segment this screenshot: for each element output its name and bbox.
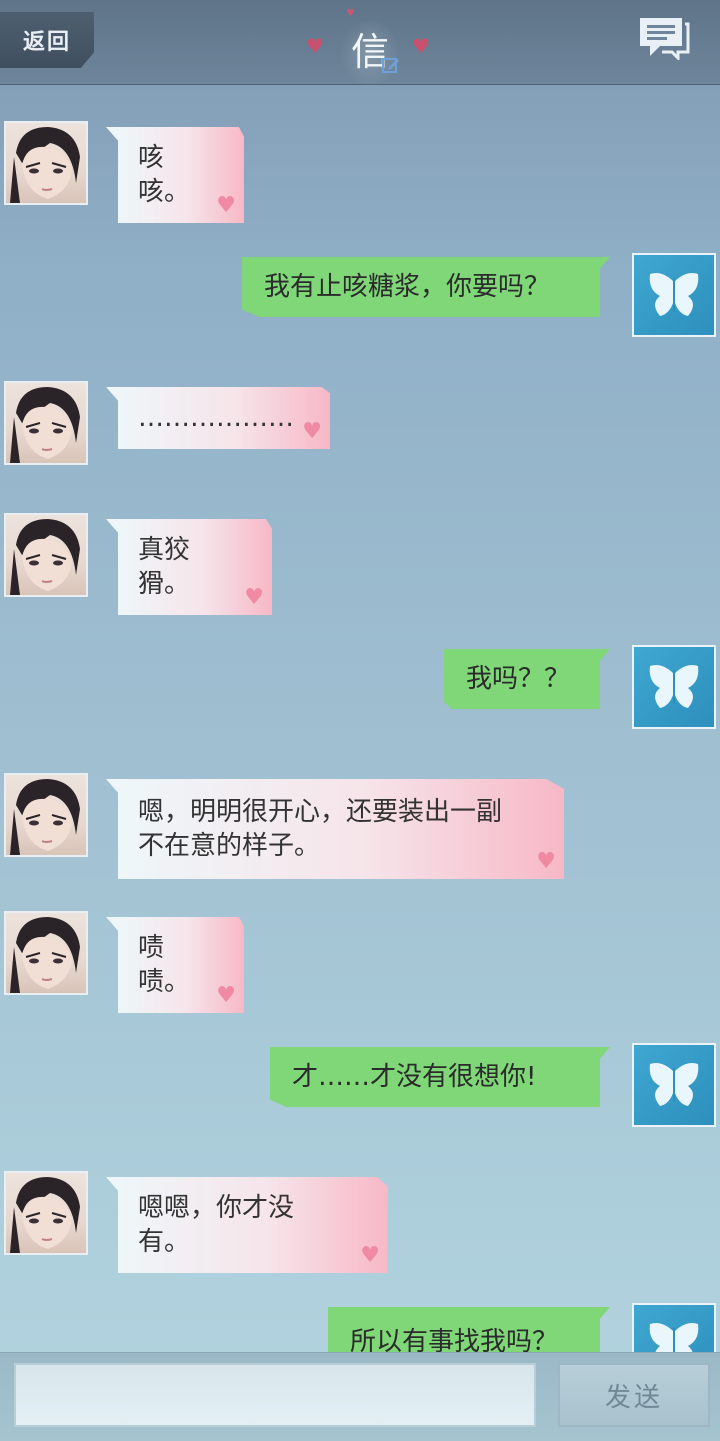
message-bubble-outgoing[interactable]: 所以有事找我吗？ [328,1307,600,1352]
user-avatar[interactable] [632,1043,716,1127]
contact-avatar[interactable] [4,513,88,597]
butterfly-icon [649,1323,699,1352]
message-text: 嗯，明明很开心，还要装出一副不在意的样子。 [138,797,503,861]
send-button[interactable]: 发送 [558,1363,710,1427]
message-bubble-incoming[interactable]: 嗯，明明很开心，还要装出一副不在意的样子。 ♥ [118,779,564,879]
butterfly-icon [649,273,699,316]
heart-icon: ♥ [216,983,236,1008]
message-bubble-incoming[interactable]: 真狡猾。 ♥ [118,519,272,615]
message-text: 啧啧。 [138,933,191,997]
butterfly-icon [649,1063,699,1106]
heart-icon: ♥ [306,34,324,58]
message-text: 嗯嗯，你才没有。 [138,1193,295,1257]
message-text: 所以有事找我吗？ [350,1327,559,1352]
heart-icon: ♥ [536,849,556,874]
portrait-image [10,387,80,463]
message-bubble-incoming[interactable]: 嗯嗯，你才没有。 ♥ [118,1177,388,1273]
message-text: ……………… [138,403,294,433]
heart-icon: ♥ [216,193,236,218]
message-bubble-outgoing[interactable]: 才……才没有很想你! [270,1047,600,1107]
message-text: 我有止咳糖浆，你要吗？ [264,272,551,302]
edit-pencil-icon [382,58,399,73]
contact-avatar[interactable] [4,381,88,465]
user-avatar[interactable] [632,645,716,729]
heart-icon: ♥ [244,585,264,610]
heart-icon: ♥ [346,8,355,19]
portrait-image [10,917,80,993]
message-bubble-outgoing[interactable]: 我有止咳糖浆，你要吗？ [242,257,600,317]
contact-avatar[interactable] [4,911,88,995]
heart-icon: ♥ [412,34,430,58]
composer-bar: 发送 [0,1352,720,1441]
contact-avatar[interactable] [4,773,88,857]
message-text: 我吗？？ [466,664,571,694]
message-bubble-outgoing[interactable]: 我吗？？ [444,649,600,709]
message-input[interactable] [14,1363,536,1427]
contact-avatar[interactable] [4,121,88,205]
message-list[interactable]: 咳咳。 ♥ 我有止咳糖浆，你要吗？ ……………… ♥ 真狡猾。 ♥ 我吗？？ 嗯… [0,85,720,1352]
portrait-image [10,779,80,855]
user-avatar[interactable] [632,253,716,337]
heart-icon: ♥ [302,419,322,444]
back-button[interactable]: 返回 [0,12,94,68]
title-area: ♥ ♥ 信 ♥ [300,8,440,88]
message-bubble-incoming[interactable]: 咳咳。 ♥ [118,127,244,223]
portrait-image [10,1177,80,1253]
message-text: 咳咳。 [138,143,191,207]
message-bubble-incoming[interactable]: ……………… ♥ [118,387,330,449]
message-bubble-incoming[interactable]: 啧啧。 ♥ [118,917,244,1013]
portrait-image [10,519,80,595]
butterfly-icon [649,665,699,708]
portrait-image [10,127,80,203]
chat-bubbles-icon[interactable] [638,16,690,60]
top-bar: 返回 ♥ ♥ 信 ♥ [0,0,720,88]
message-text: 真狡猾。 [138,535,191,599]
message-text: 才……才没有很想你! [292,1062,537,1092]
heart-icon: ♥ [360,1243,380,1268]
contact-avatar[interactable] [4,1171,88,1255]
user-avatar[interactable] [632,1303,716,1352]
